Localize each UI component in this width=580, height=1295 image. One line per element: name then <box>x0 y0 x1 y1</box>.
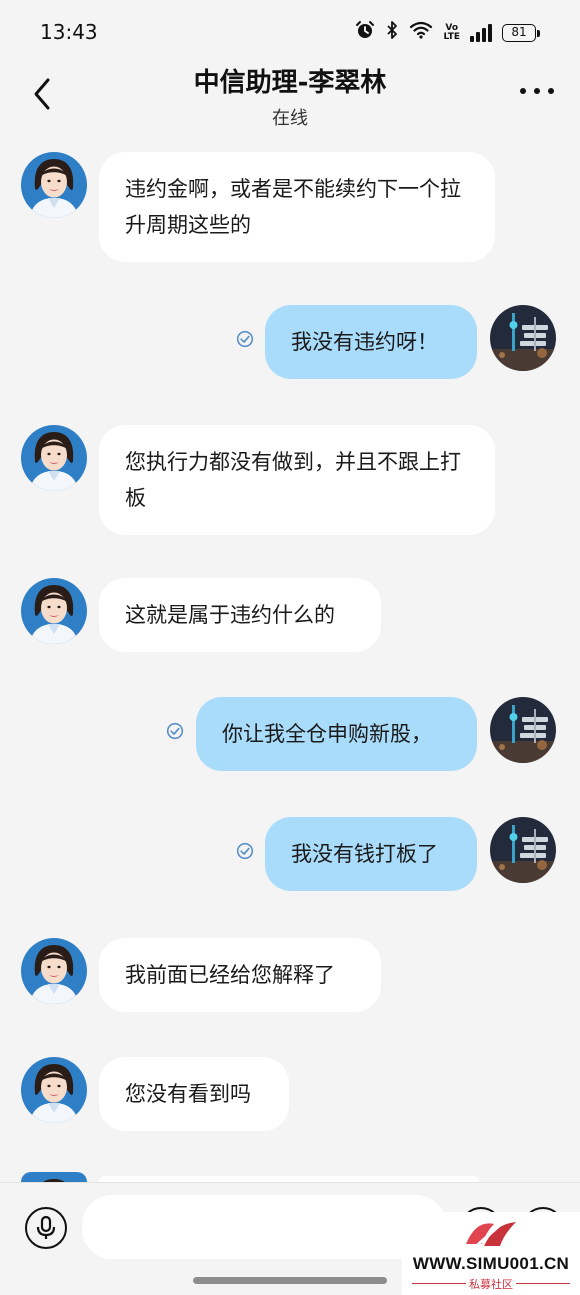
status-bar: 13:43 Vo LTE 81 <box>0 0 580 60</box>
alarm-icon <box>355 20 375 46</box>
agent-avatar[interactable] <box>21 938 87 1004</box>
more-dot-icon <box>548 88 554 94</box>
watermark: WWW.SIMU001.CN 私募社区 <box>402 1212 580 1295</box>
read-check-icon <box>166 722 184 740</box>
more-dot-icon <box>534 88 540 94</box>
microphone-icon <box>36 1215 56 1239</box>
more-options-button[interactable] <box>520 84 554 98</box>
agent-avatar[interactable] <box>21 425 87 491</box>
watermark-site: WWW.SIMU001.CN <box>412 1254 570 1273</box>
read-check-icon <box>236 330 254 348</box>
more-dot-icon <box>520 88 526 94</box>
agent-avatar <box>21 1172 87 1182</box>
message-bubble-outgoing[interactable]: 我没有违约呀！ <box>265 305 477 379</box>
message-bubble-incoming[interactable]: 您执行力都没有做到，并且不跟上打板 <box>99 425 495 535</box>
agent-avatar[interactable] <box>21 152 87 218</box>
home-indicator[interactable] <box>193 1277 387 1284</box>
agent-avatar[interactable] <box>21 578 87 644</box>
read-check-icon <box>236 842 254 860</box>
voice-button[interactable] <box>25 1207 67 1249</box>
watermark-sub: 私募社区 <box>469 1278 513 1291</box>
user-avatar[interactable] <box>490 697 556 763</box>
agent-avatar[interactable] <box>21 1057 87 1123</box>
status-icons: Vo LTE 81 <box>355 20 540 46</box>
status-time: 13:43 <box>40 20 98 44</box>
chat-title: 中信助理-李翠林 <box>193 68 387 98</box>
user-avatar[interactable] <box>490 817 556 883</box>
message-bubble-outgoing[interactable]: 你让我全仓申购新股， <box>196 697 477 771</box>
message-bubble-incoming[interactable]: 我前面已经给您解释了 <box>99 938 381 1012</box>
message-bubble-incoming[interactable]: 您没有看到吗 <box>99 1057 289 1131</box>
message-input[interactable] <box>82 1195 446 1259</box>
signal-icon <box>470 24 492 42</box>
message-bubble-incoming[interactable]: 这就是属于违约什么的 <box>99 578 381 652</box>
user-avatar[interactable] <box>490 305 556 371</box>
battery-level: 81 <box>502 24 536 42</box>
message-bubble-incoming[interactable]: 违约金啊，或者是不能续约下一个拉升周期这些的 <box>99 152 495 262</box>
message-bubble-outgoing[interactable]: 我没有钱打板了 <box>265 817 477 891</box>
battery-icon: 81 <box>502 24 540 42</box>
volte-icon: Vo LTE <box>443 23 460 42</box>
online-status: 在线 <box>272 108 308 129</box>
chat-header: 中信助理-李翠林 在线 <box>0 60 580 135</box>
watermark-divider <box>516 1283 570 1284</box>
bluetooth-icon <box>385 20 399 46</box>
wifi-icon <box>409 20 433 46</box>
watermark-logo-icon <box>466 1216 516 1250</box>
